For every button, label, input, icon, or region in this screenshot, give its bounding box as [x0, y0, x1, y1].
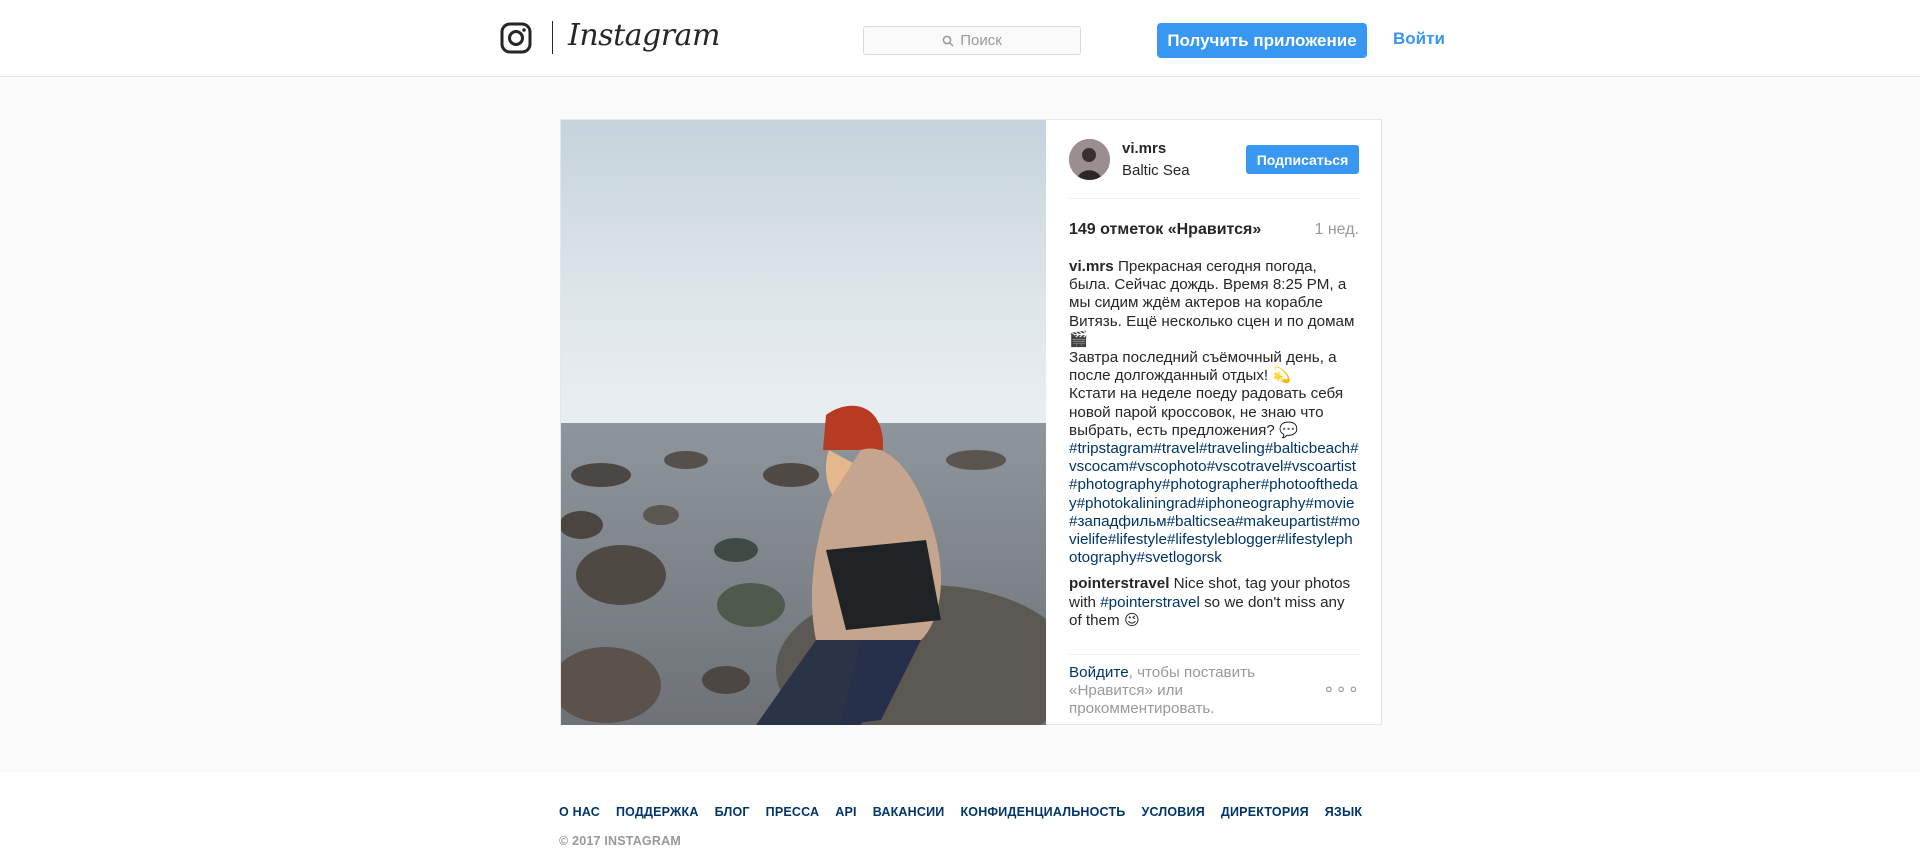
likes-count[interactable]: 149 отметок «Нравится» — [1069, 221, 1261, 239]
author-username[interactable]: vi.mrs — [1122, 140, 1166, 157]
caption-comment: vi.mrs Прекрасная сегодня погода, была. … — [1069, 258, 1361, 567]
comment-username[interactable]: pointerstravel — [1069, 575, 1169, 592]
comment-hashtag[interactable]: #pointerstravel — [1100, 594, 1200, 611]
footer-link-directory[interactable]: ДИРЕКТОРИЯ — [1221, 805, 1309, 819]
avatar[interactable] — [1069, 139, 1110, 180]
search-placeholder: Поиск — [960, 32, 1002, 49]
magnifier-icon — [942, 35, 954, 47]
footer-link-language[interactable]: ЯЗЫК — [1325, 805, 1362, 819]
footer-link-support[interactable]: ПОДДЕРЖКА — [616, 805, 699, 819]
post-card: vi.mrs Baltic Sea Подписаться 149 отмето… — [560, 119, 1382, 725]
caption-hashtags[interactable]: #tripstagram#travel#traveling#balticbeac… — [1069, 440, 1360, 566]
divider — [1069, 654, 1359, 655]
login-prompt: Войдите, чтобы поставить «Нравится» или … — [1069, 664, 1309, 719]
footer-links: О НАС ПОДДЕРЖКА БЛОГ ПРЕССА API ВАКАНСИИ… — [559, 805, 1362, 819]
caption-username[interactable]: vi.mrs — [1069, 258, 1114, 275]
footer-link-privacy[interactable]: КОНФИДЕНЦИАЛЬНОСТЬ — [960, 805, 1125, 819]
login-link[interactable]: Войти — [1393, 29, 1445, 49]
follow-button[interactable]: Подписаться — [1246, 145, 1359, 174]
post-photo[interactable] — [561, 120, 1046, 725]
footer-link-press[interactable]: ПРЕССА — [766, 805, 820, 819]
post-timestamp[interactable]: 1 нед. — [1314, 221, 1359, 239]
footer-link-terms[interactable]: УСЛОВИЯ — [1142, 805, 1205, 819]
comment-item: pointerstravel Nice shot, tag your photo… — [1069, 575, 1361, 630]
footer-link-blog[interactable]: БЛОГ — [715, 805, 750, 819]
post-location[interactable]: Baltic Sea — [1122, 162, 1190, 179]
copyright: © 2017 INSTAGRAM — [559, 834, 681, 848]
footer-link-jobs[interactable]: ВАКАНСИИ — [873, 805, 945, 819]
search-input[interactable]: Поиск — [863, 26, 1081, 55]
divider — [1069, 198, 1359, 199]
comments-list: vi.mrs Прекрасная сегодня погода, была. … — [1069, 258, 1361, 630]
post-author-header: vi.mrs Baltic Sea Подписаться — [1069, 139, 1359, 184]
get-app-button[interactable]: Получить приложение — [1157, 23, 1367, 58]
footer: О НАС ПОДДЕРЖКА БЛОГ ПРЕССА API ВАКАНСИИ… — [0, 772, 1920, 864]
footer-link-api[interactable]: API — [835, 805, 856, 819]
post-sidebar: vi.mrs Baltic Sea Подписаться 149 отмето… — [1046, 120, 1382, 725]
more-options-icon[interactable]: ∘∘∘ — [1323, 680, 1360, 698]
footer-link-about[interactable]: О НАС — [559, 805, 600, 819]
login-prompt-link[interactable]: Войдите — [1069, 664, 1129, 681]
instagram-wordmark[interactable]: Instagram — [568, 18, 720, 53]
top-navigation: Instagram Поиск Получить приложение Войт… — [0, 0, 1920, 77]
instagram-camera-icon[interactable] — [500, 22, 532, 54]
logo-divider — [552, 21, 553, 54]
caption-text: Прекрасная сегодня погода, была. Сейчас … — [1069, 258, 1355, 439]
